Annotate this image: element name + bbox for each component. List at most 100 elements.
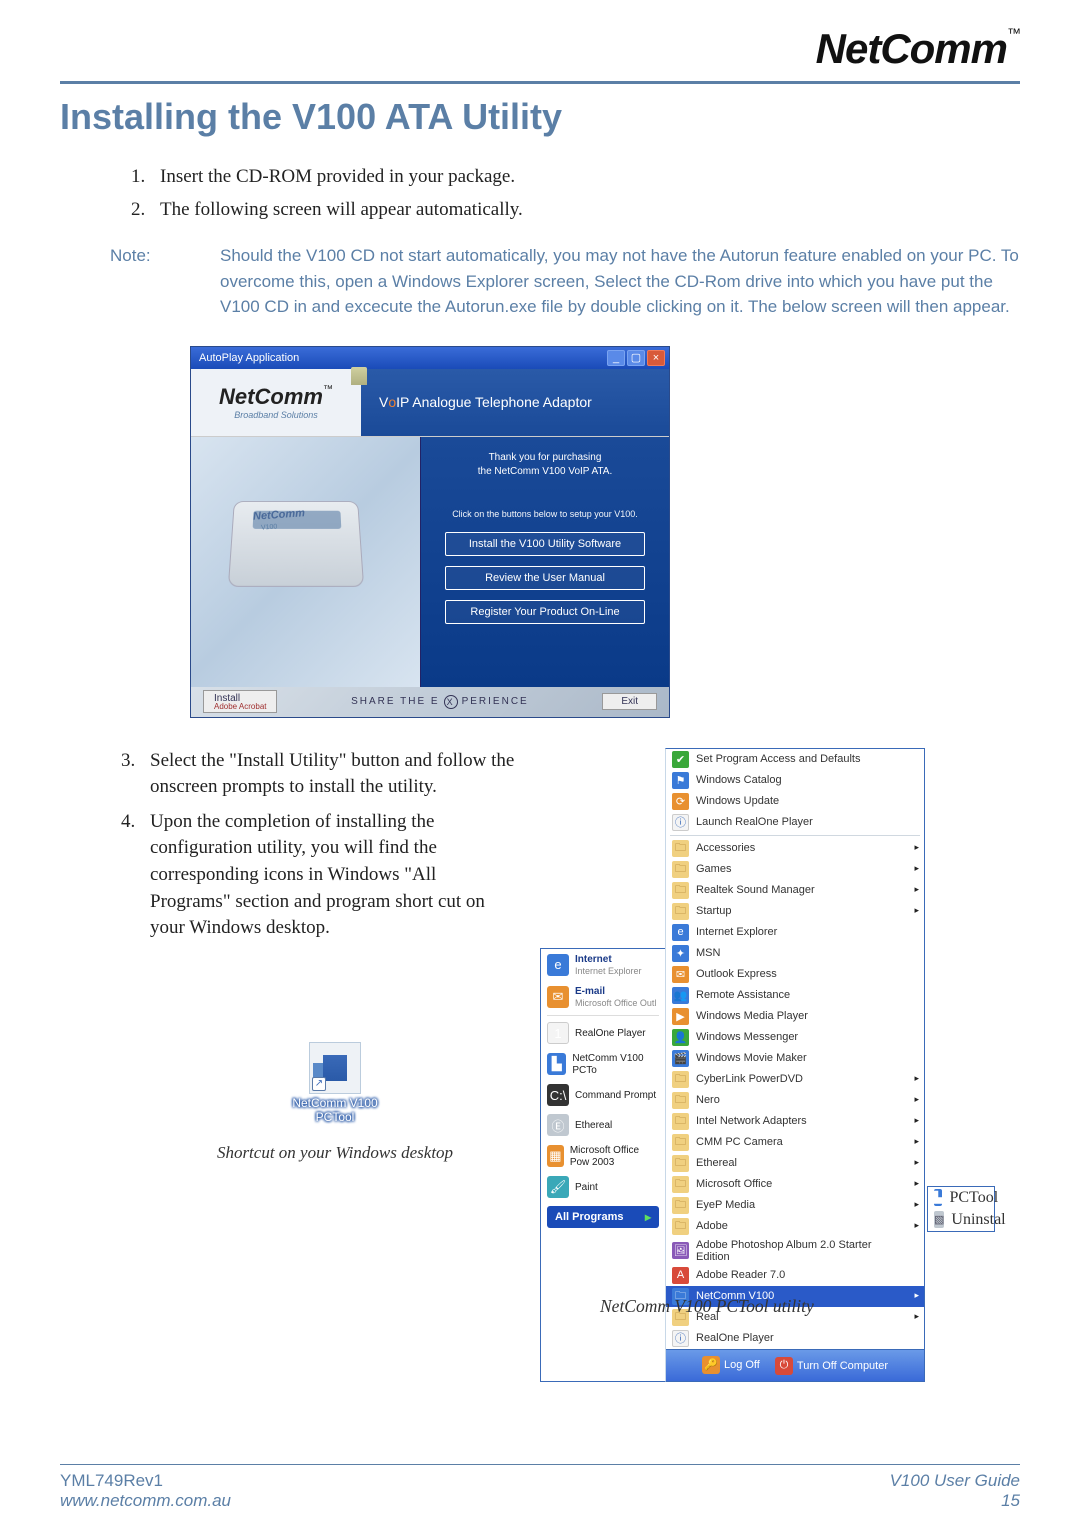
menu-item-label: Ethereal: [696, 1157, 737, 1169]
pinned-item[interactable]: eInternetInternet Explorer: [541, 949, 665, 981]
start-menu-programs-pane: ✔Set Program Access and Defaults⚑Windows…: [665, 748, 925, 1382]
submenu-arrow-icon: ▸: [914, 1178, 919, 1189]
menu-item-label: Launch RealOne Player: [696, 816, 813, 828]
pinned-title: E-mail: [575, 986, 605, 997]
submenu-item[interactable]: ▧Uninstal: [928, 1209, 994, 1231]
menu-item[interactable]: 👥Remote Assistance: [666, 985, 924, 1006]
app-icon: ▧: [934, 1211, 944, 1228]
menu-item-label: Internet Explorer: [696, 926, 777, 938]
pinned-item[interactable]: ✉ E-mailMicrosoft Office Outl: [541, 981, 665, 1013]
exit-button[interactable]: Exit: [602, 693, 657, 710]
menu-item-label: Nero: [696, 1094, 720, 1106]
page-footer: YML749Rev1 www.netcomm.com.au V100 User …: [60, 1464, 1020, 1511]
recent-item[interactable]: ▙NetComm V100 PCTo: [541, 1048, 665, 1080]
close-icon[interactable]: ×: [647, 350, 665, 366]
menu-item[interactable]: 🗀Realtek Sound Manager▸: [666, 880, 924, 901]
note-text: Should the V100 CD not start automatical…: [220, 243, 1020, 320]
menu-item[interactable]: 👤Windows Messenger: [666, 1027, 924, 1048]
logoff-button[interactable]: 🔑 Log Off: [702, 1356, 760, 1374]
menu-item[interactable]: 🗀Games▸: [666, 859, 924, 880]
menu-item[interactable]: ⓘRealOne Player: [666, 1328, 924, 1349]
submenu-arrow-icon: ▸: [914, 1311, 919, 1322]
submenu-arrow-icon: ▸: [914, 1157, 919, 1168]
menu-item[interactable]: A Adobe Reader 7.0: [666, 1265, 924, 1286]
menu-item[interactable]: 🗀Intel Network Adapters▸: [666, 1111, 924, 1132]
pinned-title: Internet: [575, 954, 612, 965]
register-product-button[interactable]: Register Your Product On-Line: [445, 600, 645, 624]
app-icon: A: [672, 1267, 689, 1284]
recent-item[interactable]: C:\Command Prompt: [541, 1080, 665, 1110]
desktop-shortcut-icon[interactable]: ↗: [309, 1042, 361, 1094]
menu-item[interactable]: 🗀CyberLink PowerDVD▸: [666, 1069, 924, 1090]
menu-item[interactable]: 🗀 Startup ▸: [666, 901, 924, 922]
menu-item-label: Intel Network Adapters: [696, 1115, 807, 1127]
menu-item[interactable]: ⓘLaunch RealOne Player: [666, 812, 924, 833]
recent-item[interactable]: 🖌 Paint: [541, 1172, 665, 1202]
all-programs-button[interactable]: All Programs: [547, 1206, 659, 1228]
install-utility-button[interactable]: Install the V100 Utility Software: [445, 532, 645, 556]
menu-item-label: EyeP Media: [696, 1199, 755, 1211]
submenu-item-label: PCTool: [949, 1189, 998, 1207]
building-icon: [323, 1055, 347, 1081]
autoplay-logo-side: NetComm™ Broadband Solutions: [191, 369, 361, 436]
menu-item[interactable]: ⟳Windows Update: [666, 791, 924, 812]
folder-icon: 🗀: [672, 903, 689, 920]
autoplay-action-panel: Thank you for purchasing the NetComm V10…: [421, 437, 669, 687]
start-menu-bottom-bar: 🔑 Log Off ⏻ Turn Off Computer: [666, 1349, 924, 1381]
submenu-arrow-icon: ▸: [914, 905, 919, 916]
install-acrobat-button[interactable]: Install Adobe Acrobat: [203, 690, 277, 713]
menu-item-label: MSN: [696, 947, 720, 959]
recent-item[interactable]: 1RealOne Player: [541, 1018, 665, 1048]
autoplay-window: AutoPlay Application _ ▢ × NetComm™ Broa…: [190, 346, 670, 718]
folder-icon: 🗀: [672, 840, 689, 857]
menu-item[interactable]: ✦MSN: [666, 943, 924, 964]
autoplay-body: NetComm V100 Thank you for purchasing th…: [191, 437, 669, 687]
menu-item[interactable]: 🗀Ethereal▸: [666, 1153, 924, 1174]
autoplay-header: NetComm™ Broadband Solutions VoIP Analog…: [191, 369, 669, 437]
recent-item[interactable]: ⒺEthereal: [541, 1110, 665, 1140]
submenu-arrow-icon: ▸: [914, 1136, 919, 1147]
turnoff-button[interactable]: ⏻ Turn Off Computer: [775, 1357, 888, 1375]
recent-label: Command Prompt: [575, 1090, 656, 1101]
desktop-shortcut-label: NetComm V100 PCTool: [292, 1096, 377, 1125]
menu-item[interactable]: 🗀Microsoft Office▸: [666, 1174, 924, 1195]
submenu-arrow-icon: ▸: [914, 1199, 919, 1210]
menu-item-label: Adobe Reader 7.0: [696, 1269, 785, 1281]
menu-item[interactable]: 🗀EyeP Media▸: [666, 1195, 924, 1216]
steps-list-a: Insert the CD-ROM provided in your packa…: [150, 164, 1020, 223]
doc-revision: YML749Rev1: [60, 1471, 163, 1490]
app-icon: ⟳: [672, 793, 689, 810]
menu-item[interactable]: ⚑Windows Catalog: [666, 770, 924, 791]
menu-item[interactable]: 🖼Adobe Photoshop Album 2.0 Starter Editi…: [666, 1237, 924, 1265]
menu-item-label: Startup: [696, 905, 731, 917]
menu-item[interactable]: 🗀Adobe▸: [666, 1216, 924, 1237]
submenu-item[interactable]: ▙PCTool: [928, 1187, 994, 1209]
app-icon: e: [547, 954, 569, 976]
menu-item[interactable]: e Internet Explorer: [666, 922, 924, 943]
app-icon: e: [672, 924, 689, 941]
maximize-icon[interactable]: ▢: [627, 350, 645, 366]
menu-item[interactable]: 🎬Windows Movie Maker: [666, 1048, 924, 1069]
app-icon: 🖌: [547, 1176, 569, 1198]
menu-item[interactable]: 🗀Accessories▸: [666, 838, 924, 859]
menu-item-label: Set Program Access and Defaults: [696, 753, 860, 765]
recent-item[interactable]: ▦Microsoft Office Pow 2003: [541, 1140, 665, 1172]
pinned-sub: Microsoft Office Outl: [575, 998, 656, 1008]
menu-item[interactable]: 🗀Nero▸: [666, 1090, 924, 1111]
folder-icon: 🗀: [672, 1176, 689, 1193]
app-icon: ⚑: [672, 772, 689, 789]
folder-icon: 🗀: [672, 1071, 689, 1088]
autoplay-title: AutoPlay Application: [199, 352, 299, 364]
submenu-arrow-icon: ▸: [914, 1094, 919, 1105]
minimize-icon[interactable]: _: [607, 350, 625, 366]
menu-item[interactable]: ✉Outlook Express: [666, 964, 924, 985]
device-model-label: V100: [261, 523, 278, 531]
app-icon: ✉: [547, 986, 569, 1008]
menu-item[interactable]: 🗀CMM PC Camera▸: [666, 1132, 924, 1153]
autoplay-footer: Install Adobe Acrobat SHARE THE E X PERI…: [191, 687, 669, 717]
review-manual-button[interactable]: Review the User Manual: [445, 566, 645, 590]
menu-item[interactable]: ▶Windows Media Player: [666, 1006, 924, 1027]
recent-label: Paint: [575, 1182, 598, 1193]
menu-item[interactable]: ✔Set Program Access and Defaults: [666, 749, 924, 770]
app-icon: 👤: [672, 1029, 689, 1046]
